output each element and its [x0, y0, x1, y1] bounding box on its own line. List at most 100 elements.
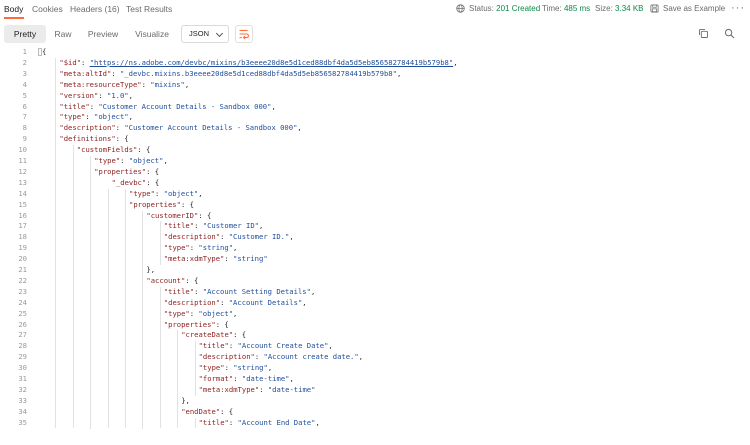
json-string-value: "_devbc.mixins.b3eeee20d8e5d1ced88dbf4da…	[119, 68, 397, 78]
code-line-content: "format": "date-time",	[199, 374, 294, 385]
json-punctuation: ,	[267, 363, 273, 373]
json-punctuation: :	[233, 374, 242, 383]
code-line: 32 "meta:xdmType": "date-time"	[0, 385, 750, 396]
time-value: 485 ms	[563, 4, 591, 13]
code-line: 35 "title": "Account End Date",	[0, 418, 750, 429]
tab-body[interactable]: Body	[4, 4, 23, 14]
json-url-value[interactable]: "https://ns.adobe.com/devbc/mixins/b3eee…	[90, 58, 454, 67]
save-icon[interactable]	[650, 4, 659, 13]
json-string-value: "date-time"	[241, 374, 290, 383]
code-line-content: "meta:xdmType": "string"	[164, 254, 268, 265]
code-line-content: "type": "string",	[199, 363, 273, 374]
json-string-value: "Customer ID."	[228, 232, 290, 242]
wrap-lines-button[interactable]	[235, 25, 253, 43]
json-string-value: "object"	[163, 188, 199, 198]
code-line: 28 "title": "Account Create Date",	[0, 341, 750, 352]
code-line-content: "type": "object",	[94, 156, 168, 167]
code-line: 7 "type": "object",	[0, 112, 750, 123]
json-punctuation: ,	[358, 352, 364, 362]
json-key: "type"	[59, 112, 86, 122]
json-punctuation: : {	[180, 199, 194, 209]
line-number: 9	[22, 134, 27, 144]
code-line-content: "type": "object",	[164, 309, 238, 320]
line-number: 7	[22, 112, 27, 122]
view-mode-raw[interactable]: Raw	[48, 25, 78, 43]
json-punctuation: :	[228, 341, 238, 351]
line-number: 21	[18, 265, 27, 274]
size-label: Size:	[595, 4, 613, 13]
line-number: 14	[18, 188, 27, 198]
json-punctuation: :	[220, 232, 229, 242]
json-string-value: "Customer Account Details - Sandbox 000"	[98, 101, 272, 111]
code-line: 13 "_devbc": {	[0, 178, 750, 189]
json-punctuation: ,	[128, 90, 133, 100]
json-punctuation: :	[224, 254, 234, 264]
format-select-value: JSON	[189, 29, 210, 38]
search-icon[interactable]	[724, 28, 735, 39]
json-punctuation: ,	[289, 374, 294, 383]
json-key: "customerID"	[146, 210, 199, 220]
json-string-value: "Account End Date"	[237, 417, 316, 427]
view-mode-preview[interactable]: Preview	[80, 25, 126, 43]
code-line: 10 "customFields": {	[0, 145, 750, 156]
code-line-content: "meta:resourceType": "mixins",	[59, 80, 189, 91]
json-string-value: "string"	[233, 363, 268, 373]
json-key: "type"	[198, 363, 225, 373]
code-line: 4 "meta:resourceType": "mixins",	[0, 80, 750, 91]
line-number: 26	[18, 319, 27, 329]
code-line-content: "title": "Customer Account Details - San…	[59, 102, 275, 113]
json-punctuation: : {	[233, 330, 247, 340]
json-punctuation: :	[254, 352, 264, 362]
json-punctuation: ,	[198, 188, 203, 198]
json-key: "type"	[94, 156, 121, 165]
response-body-viewer[interactable]: 1{2 "$id": "https://ns.adobe.com/devbc/mi…	[0, 46, 750, 445]
code-line-content: "description": "Customer Account Details…	[59, 123, 301, 134]
json-punctuation: : {	[115, 134, 129, 144]
save-as-example-button[interactable]: Save as Example	[663, 4, 725, 13]
json-key: "endDate"	[181, 406, 221, 416]
json-punctuation: {	[42, 47, 47, 56]
json-punctuation: },	[181, 395, 190, 405]
code-line: 20 "meta:xdmType": "string"	[0, 254, 750, 265]
line-number: 17	[18, 221, 27, 231]
json-punctuation: :	[220, 297, 229, 307]
code-line: 33},	[0, 396, 750, 407]
code-line-content: },	[146, 265, 155, 276]
json-key: "_devbc"	[111, 177, 147, 187]
code-line-content: "properties": {	[164, 320, 229, 331]
json-key: "description"	[198, 352, 255, 362]
line-number: 1	[22, 47, 27, 56]
code-line-content: "meta:xdmType": "date-time"	[199, 385, 316, 396]
json-punctuation: : {	[198, 210, 212, 220]
json-punctuation: ,	[297, 123, 302, 133]
json-punctuation: :	[194, 286, 203, 296]
line-number: 28	[18, 341, 27, 351]
view-mode-visualize[interactable]: Visualize	[128, 25, 176, 43]
json-punctuation: ,	[128, 112, 133, 122]
ellipsis-icon[interactable]: ···	[731, 2, 745, 14]
json-punctuation: :	[194, 221, 203, 231]
tab-cookies[interactable]: Cookies	[32, 4, 63, 14]
view-mode-pretty[interactable]: Pretty	[4, 25, 46, 43]
tab-test-results[interactable]: Test Results	[126, 4, 172, 14]
json-string-value: "Account Create Date"	[237, 341, 329, 351]
copy-icon[interactable]	[698, 28, 709, 39]
globe-icon[interactable]	[456, 4, 465, 13]
code-line: 9 "definitions": {	[0, 134, 750, 145]
code-line: 21},	[0, 265, 750, 276]
code-line: 25 "type": "object",	[0, 309, 750, 320]
tab-headers[interactable]: Headers (16)	[70, 4, 120, 14]
line-number: 12	[18, 166, 27, 176]
fold-marker[interactable]	[38, 48, 42, 56]
json-string-value: "mixins"	[150, 79, 185, 89]
code-line: 3 "meta:altId": "_devbc.mixins.b3eeee20d8…	[0, 69, 750, 80]
code-line-content: "endDate": {	[181, 407, 233, 418]
json-punctuation: :	[224, 363, 234, 373]
code-line: 26 "properties": {	[0, 320, 750, 331]
code-line-content: "type": "object",	[59, 112, 133, 123]
line-number: 22	[18, 275, 27, 285]
json-string-value: "Account Setting Details"	[202, 286, 311, 296]
format-select[interactable]: JSON	[181, 25, 229, 43]
size-indicator: Size: 3.34 KB	[595, 4, 644, 13]
json-punctuation: : {	[215, 319, 229, 329]
